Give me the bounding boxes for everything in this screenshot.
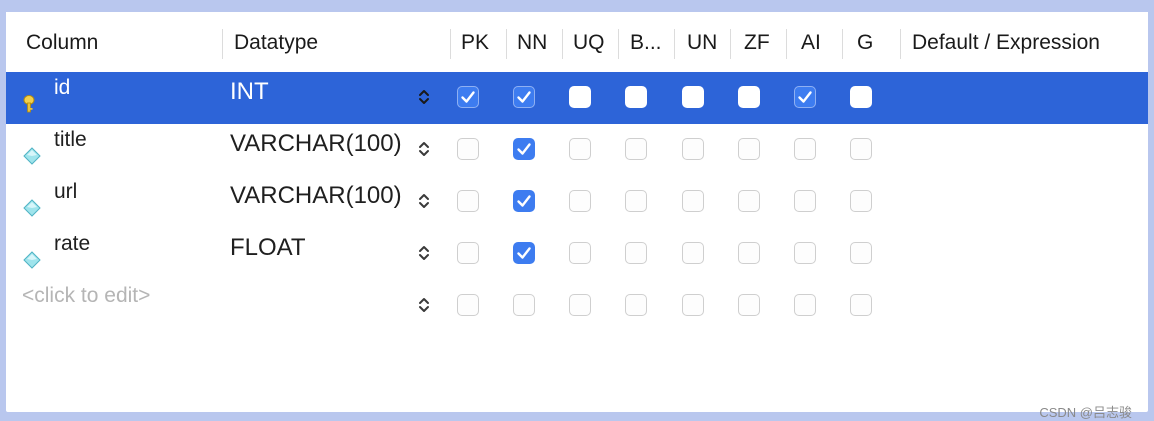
header-zf[interactable]: ZF <box>744 28 770 58</box>
b-checkbox[interactable] <box>625 86 647 108</box>
ai-checkbox[interactable] <box>794 242 816 264</box>
header-column[interactable]: Column <box>26 28 98 58</box>
b-checkbox[interactable] <box>625 138 647 160</box>
uq-checkbox[interactable] <box>569 86 591 108</box>
new-column-row[interactable]: <click to edit> <box>6 280 1148 332</box>
uq-checkbox[interactable] <box>569 190 591 212</box>
header-default-expression[interactable]: Default / Expression <box>912 28 1100 58</box>
un-checkbox[interactable] <box>682 138 704 160</box>
nn-checkbox[interactable] <box>513 294 535 316</box>
zf-checkbox[interactable] <box>738 190 760 212</box>
g-checkbox[interactable] <box>850 294 872 316</box>
column-header-row: Column Datatype PK NN UQ B... UN ZF AI G… <box>6 12 1148 72</box>
pk-checkbox[interactable] <box>457 138 479 160</box>
nn-checkbox[interactable] <box>513 190 535 212</box>
un-checkbox[interactable] <box>682 86 704 108</box>
datatype-dropdown-chevron-icon[interactable] <box>416 86 432 108</box>
column-row-rate[interactable]: rate FLOAT <box>6 228 1148 280</box>
g-checkbox[interactable] <box>850 86 872 108</box>
column-diamond-icon <box>22 198 42 218</box>
un-checkbox[interactable] <box>682 294 704 316</box>
nn-checkbox[interactable] <box>513 138 535 160</box>
header-divider <box>900 29 901 59</box>
header-datatype[interactable]: Datatype <box>234 28 318 58</box>
uq-checkbox[interactable] <box>569 294 591 316</box>
column-row-url[interactable]: url VARCHAR(100) <box>6 176 1148 228</box>
pk-checkbox[interactable] <box>457 86 479 108</box>
column-row-id[interactable]: id INT <box>6 72 1148 124</box>
datatype-field[interactable]: INT <box>230 78 269 106</box>
header-g[interactable]: G <box>857 28 873 58</box>
uq-checkbox[interactable] <box>569 242 591 264</box>
g-checkbox[interactable] <box>850 242 872 264</box>
header-ai[interactable]: AI <box>801 28 821 58</box>
header-divider <box>786 29 787 59</box>
uq-checkbox[interactable] <box>569 138 591 160</box>
datatype-field[interactable]: VARCHAR(100) <box>230 182 402 210</box>
zf-checkbox[interactable] <box>738 86 760 108</box>
nn-checkbox[interactable] <box>513 242 535 264</box>
header-divider <box>450 29 451 59</box>
column-row-title[interactable]: title VARCHAR(100) <box>6 124 1148 176</box>
header-binary[interactable]: B... <box>630 28 662 58</box>
header-divider <box>562 29 563 59</box>
header-divider <box>730 29 731 59</box>
header-divider <box>618 29 619 59</box>
click-to-edit-placeholder[interactable]: <click to edit> <box>22 284 150 308</box>
header-divider <box>222 29 223 59</box>
datatype-dropdown-chevron-icon[interactable] <box>416 294 432 316</box>
pk-checkbox[interactable] <box>457 294 479 316</box>
ai-checkbox[interactable] <box>794 86 816 108</box>
zf-checkbox[interactable] <box>738 242 760 264</box>
watermark: CSDN @吕志骏 <box>1039 405 1132 420</box>
datatype-dropdown-chevron-icon[interactable] <box>416 190 432 212</box>
header-divider <box>674 29 675 59</box>
header-pk[interactable]: PK <box>461 28 489 58</box>
pk-checkbox[interactable] <box>457 242 479 264</box>
header-nn[interactable]: NN <box>517 28 547 58</box>
zf-checkbox[interactable] <box>738 138 760 160</box>
header-uq[interactable]: UQ <box>573 28 605 58</box>
header-un[interactable]: UN <box>687 28 717 58</box>
column-name[interactable]: id <box>54 76 70 100</box>
b-checkbox[interactable] <box>625 294 647 316</box>
datatype-dropdown-chevron-icon[interactable] <box>416 242 432 264</box>
datatype-field[interactable]: FLOAT <box>230 234 306 262</box>
un-checkbox[interactable] <box>682 242 704 264</box>
ai-checkbox[interactable] <box>794 294 816 316</box>
datatype-field[interactable]: VARCHAR(100) <box>230 130 402 158</box>
ai-checkbox[interactable] <box>794 190 816 212</box>
header-divider <box>842 29 843 59</box>
zf-checkbox[interactable] <box>738 294 760 316</box>
column-name[interactable]: title <box>54 128 87 152</box>
column-diamond-icon <box>22 250 42 270</box>
b-checkbox[interactable] <box>625 190 647 212</box>
ai-checkbox[interactable] <box>794 138 816 160</box>
primary-key-icon <box>22 94 42 114</box>
column-name[interactable]: url <box>54 180 77 204</box>
pk-checkbox[interactable] <box>457 190 479 212</box>
g-checkbox[interactable] <box>850 190 872 212</box>
column-diamond-icon <box>22 146 42 166</box>
nn-checkbox[interactable] <box>513 86 535 108</box>
column-editor-panel: Column Datatype PK NN UQ B... UN ZF AI G… <box>6 12 1148 420</box>
datatype-dropdown-chevron-icon[interactable] <box>416 138 432 160</box>
b-checkbox[interactable] <box>625 242 647 264</box>
un-checkbox[interactable] <box>682 190 704 212</box>
column-name[interactable]: rate <box>54 232 90 256</box>
header-divider <box>506 29 507 59</box>
g-checkbox[interactable] <box>850 138 872 160</box>
